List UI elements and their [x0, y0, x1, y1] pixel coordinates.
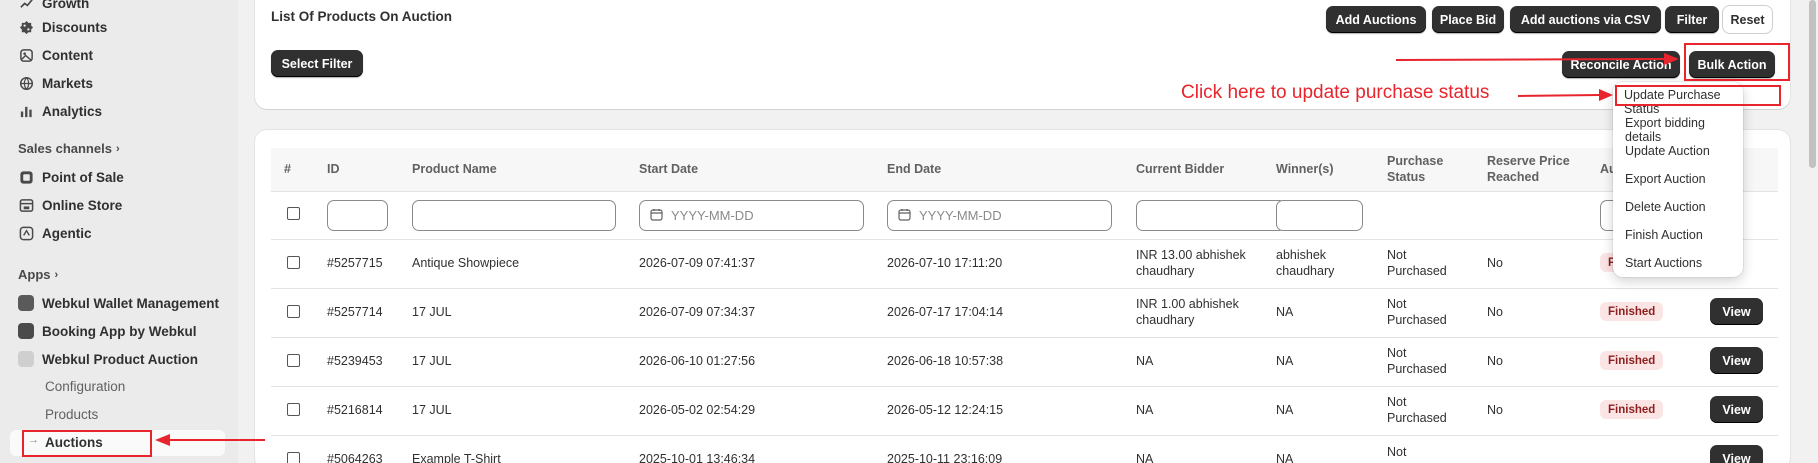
arrow-to-auctions	[155, 434, 265, 446]
annotation-arrows	[155, 53, 1679, 446]
page-scrollbar[interactable]	[1807, 0, 1818, 463]
scrollbar-thumb[interactable]	[1809, 0, 1816, 168]
arrow-to-bulk-action	[1395, 53, 1679, 65]
arrow-to-update-purchase-status	[1517, 89, 1613, 101]
